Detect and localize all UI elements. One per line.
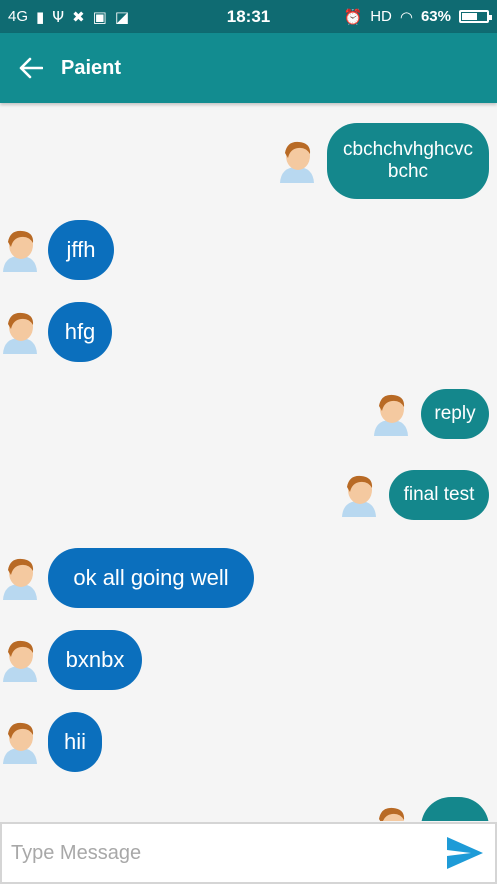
message-incoming: bxnbx (0, 630, 142, 690)
message-text: hii (63, 729, 86, 754)
message-list[interactable]: cbchchvhghcvc bchc jffh hfg reply final … (0, 103, 497, 821)
page-title: Paient (61, 56, 122, 79)
app-bar: Paient (0, 33, 497, 103)
tools-icon: ✖ (72, 7, 85, 26)
avatar-icon (379, 807, 405, 821)
alarm-icon: ⏰ (343, 7, 363, 26)
message-bubble[interactable]: ok all going well (48, 548, 254, 608)
usb-icon: Ψ (52, 7, 65, 26)
status-bar: 4G ▮ Ψ ✖ ▣ ◪ 18:31 ⏰ HD ◠ 63% (0, 0, 497, 33)
message-incoming: ok all going well (0, 548, 254, 608)
send-icon[interactable] (445, 835, 485, 871)
message-outgoing (371, 797, 489, 821)
avatar-icon (3, 640, 37, 682)
message-bubble[interactable]: hfg (48, 302, 112, 362)
screenshot-icon: ▣ (92, 7, 107, 26)
avatar-icon (3, 312, 37, 354)
message-input[interactable] (2, 840, 445, 866)
signal-icon: ▮ (36, 7, 45, 26)
message-text: hfg (64, 319, 96, 344)
message-bubble[interactable]: hii (48, 712, 102, 772)
message-bubble[interactable]: jffh (48, 220, 114, 280)
message-bubble[interactable]: final test (389, 470, 489, 520)
message-incoming: hfg (0, 302, 112, 362)
avatar-icon (374, 394, 408, 436)
avatar-icon (3, 558, 37, 600)
avatar-icon (280, 141, 314, 183)
message-incoming: jffh (0, 220, 114, 280)
avatar-icon (3, 722, 37, 764)
notification-icon: ◪ (114, 7, 130, 26)
back-arrow-icon[interactable] (16, 53, 46, 83)
network-type: 4G (8, 8, 29, 25)
avatar-icon (3, 230, 37, 272)
battery-percent: 63% (420, 8, 451, 25)
message-outgoing: final test (339, 470, 489, 520)
message-text: bxnbx (65, 647, 125, 672)
hd-indicator: HD (370, 8, 392, 25)
message-text: ok all going well (73, 565, 229, 590)
message-bubble[interactable] (421, 797, 489, 821)
message-bubble[interactable]: cbchchvhghcvc bchc (327, 123, 489, 199)
avatar-icon (342, 475, 376, 517)
battery-icon (459, 10, 492, 23)
message-text: reply (434, 403, 476, 424)
message-bubble[interactable]: bxnbx (48, 630, 142, 690)
message-incoming: hii (0, 712, 102, 772)
wifi-icon: ◠ (399, 7, 413, 26)
message-outgoing: reply (371, 389, 489, 439)
message-text: final test (403, 484, 475, 505)
message-composer (0, 822, 497, 884)
message-outgoing: cbchchvhghcvc bchc (277, 123, 489, 199)
message-text: jffh (66, 237, 96, 262)
status-time: 18:31 (226, 6, 271, 26)
message-text: cbchchvhghcvc bchc (343, 139, 473, 182)
message-bubble[interactable]: reply (421, 389, 489, 439)
battery-level (462, 13, 477, 20)
